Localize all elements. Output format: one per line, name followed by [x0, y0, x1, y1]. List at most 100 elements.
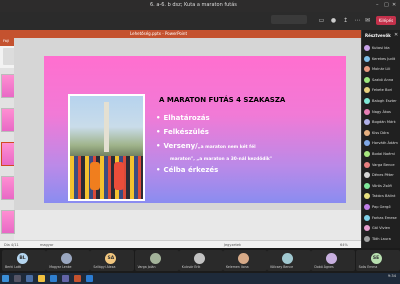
powerpoint-icon[interactable]: [74, 275, 81, 282]
participant-row[interactable]: Takács Bálint: [364, 192, 400, 201]
participant-name: Kulcsár Erik: [181, 265, 201, 269]
panel-title: Résztvevők: [365, 33, 391, 38]
bullet-note: „a maraton nem két fél: [197, 145, 256, 150]
participant-name: Soós Emma: [358, 265, 378, 269]
bullet-note: maraton", „a maraton a 30-nál kezdődik": [170, 157, 273, 162]
bullet-item-continued: maraton", „a maraton a 30-nál kezdődik": [170, 154, 272, 162]
participant-name: Nagy Ákos: [372, 109, 391, 114]
slide-thumbnail[interactable]: [1, 74, 15, 98]
meeting-status-pill: [271, 15, 307, 24]
participant-row[interactable]: Balogh Eszter: [364, 97, 400, 106]
leave-button[interactable]: Kilépés: [376, 16, 396, 25]
participant-name: Bodai Noémi: [372, 152, 395, 156]
participant-row[interactable]: Vörös Zsófi: [364, 182, 400, 191]
tab-file[interactable]: Fájl: [3, 39, 9, 43]
avatar: SA: [105, 253, 117, 264]
participant-name: Tóth Laura: [372, 236, 391, 241]
bullet-item: • Felkészülés: [156, 128, 209, 136]
more-icon[interactable]: ⋯: [354, 17, 361, 24]
notes-button[interactable]: Jegyzetek: [224, 243, 241, 247]
avatar: [193, 253, 205, 264]
participant-name: Fekete Bori: [372, 88, 393, 93]
participant-row[interactable]: Szabó Anna: [364, 76, 400, 85]
monument-column: [104, 102, 109, 152]
participants-panel: Résztvevők ✕ Kutasi Ida Kerekes Judit Moln…: [361, 30, 400, 248]
avatar: [282, 253, 294, 264]
maximize-icon[interactable]: □: [384, 2, 389, 8]
participant-name: Kelemen Ilona: [226, 265, 249, 269]
bullet-text: Felkészülés: [163, 128, 209, 136]
bullet-text: Elhatározás: [163, 114, 210, 122]
participant-tile[interactable]: BL Berki Lotti: [2, 250, 46, 271]
participant-name: Horváth Ádám: [372, 141, 398, 146]
teams-title-bar: 6. a-6. b dsz; Kuta a maraton futás – □ …: [0, 0, 400, 12]
participant-tile[interactable]: Dobó Ágnes: [311, 250, 356, 271]
participant-tile[interactable]: SA Szilágyi Alexa: [90, 250, 135, 271]
slide-thumbnail-selected[interactable]: [1, 142, 15, 166]
avatar: [364, 151, 370, 157]
slide-thumbnail[interactable]: [1, 176, 15, 200]
participant-row[interactable]: Nagy Ákos: [364, 108, 400, 117]
participant-name: Szabó Anna: [372, 77, 394, 82]
bullet-dot: •: [156, 142, 161, 150]
chat-icon[interactable]: ✉: [364, 17, 371, 24]
mic-icon[interactable]: ●: [330, 17, 337, 24]
participant-row[interactable]: Horváth Ádám: [364, 139, 400, 148]
participant-name: Kerekes Judit: [372, 56, 396, 61]
word-icon[interactable]: [86, 275, 93, 282]
participant-tile[interactable]: Kulcsár Erik: [178, 250, 223, 271]
ppt-title-bar: Lehetőség.pptx - PowerPoint: [0, 30, 361, 38]
participant-row[interactable]: Molnár Lili: [364, 65, 400, 74]
slide-thumbnail[interactable]: [1, 108, 15, 132]
panel-close-icon[interactable]: ✕: [394, 32, 398, 38]
slide: A MARATON FUTÁS 4 SZAKASZA • Elhatározás …: [44, 56, 346, 203]
participant-tile[interactable]: Kölcsey Bence: [267, 250, 312, 271]
teams-icon[interactable]: [62, 275, 69, 282]
participant-row[interactable]: Kutasi Ida: [364, 44, 400, 53]
edge-icon[interactable]: [50, 275, 57, 282]
participant-name: Berki Lotti: [5, 265, 22, 269]
avatar: [364, 182, 370, 189]
avatar: [364, 119, 370, 126]
participant-name: Dobó Ágnes: [314, 265, 334, 269]
participant-row[interactable]: Varga Bence: [364, 161, 400, 170]
share-icon[interactable]: ↥: [342, 17, 349, 24]
participant-row[interactable]: Bogdán Márk: [364, 118, 400, 127]
ppt-title: Lehetőség.pptx - PowerPoint: [130, 31, 188, 36]
minimize-icon[interactable]: –: [376, 2, 379, 8]
participant-row[interactable]: Fekete Bori: [364, 86, 400, 95]
search-icon[interactable]: [14, 275, 21, 282]
avatar: [364, 66, 370, 73]
participant-row[interactable]: Gál Vivien: [364, 224, 400, 233]
clock-time: 9:34: [387, 274, 396, 278]
explorer-icon[interactable]: [38, 275, 45, 282]
participant-tile[interactable]: Magyar Lenke: [46, 250, 91, 271]
slide-thumbnail[interactable]: [1, 210, 15, 234]
participant-name: Varga Bence: [372, 162, 395, 167]
participant-row[interactable]: Farkas Emese: [364, 214, 400, 223]
avatar: [364, 45, 370, 51]
participant-row[interactable]: Dénes Péter: [364, 171, 400, 180]
avatar: [364, 172, 370, 179]
close-icon[interactable]: ✕: [392, 2, 396, 8]
avatar: [61, 253, 73, 264]
slide-counter: Dia 4/11: [4, 242, 19, 247]
participant-tile[interactable]: Varga Jolán: [134, 250, 179, 271]
participant-row[interactable]: Pap Gergő: [364, 203, 400, 212]
video-icon[interactable]: ▭: [318, 17, 325, 24]
bullet-item: • Célba érkezés: [156, 166, 218, 174]
participant-tile[interactable]: Kelemen Ilona: [223, 250, 267, 271]
taskview-icon[interactable]: [26, 275, 33, 282]
zoom-level[interactable]: 64%: [340, 243, 348, 247]
avatar: [364, 161, 370, 168]
participant-row[interactable]: Kiss Dóra: [364, 129, 400, 138]
avatar: [364, 55, 370, 62]
participant-name: Bogdán Márk: [372, 120, 396, 125]
participant-row[interactable]: Tóth Laura: [364, 235, 400, 244]
avatar: [364, 129, 370, 136]
participant-row[interactable]: Bodai Noémi: [364, 150, 400, 159]
participant-row[interactable]: Kerekes Judit: [364, 55, 400, 64]
participant-tile[interactable]: SE Soós Emma: [355, 250, 400, 271]
participant-name: Kutasi Ida: [372, 46, 390, 50]
start-icon[interactable]: [2, 275, 9, 282]
